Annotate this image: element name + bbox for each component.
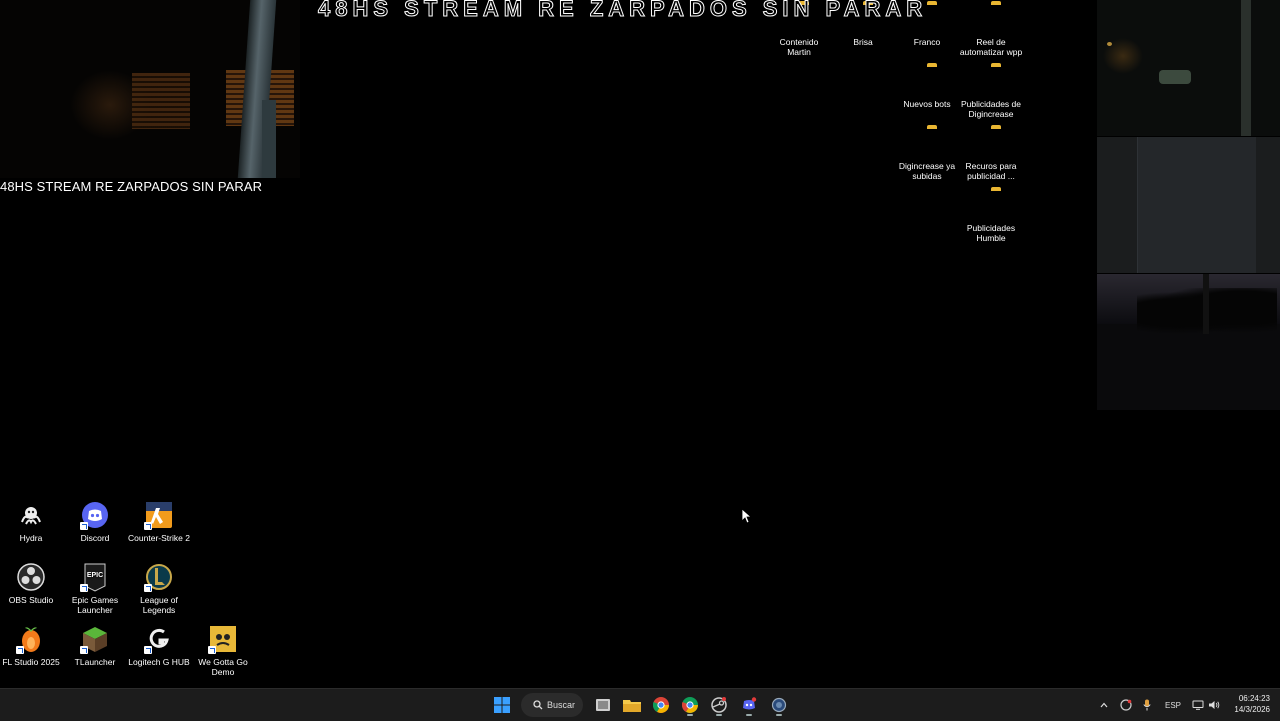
icon-label: FL Studio 2025 — [2, 657, 60, 667]
camera-feed-left — [0, 0, 300, 178]
discord-taskbar-button[interactable] — [737, 693, 761, 717]
icon-label: Brisa — [853, 37, 873, 47]
icon-label: Nuevos bots — [903, 99, 951, 109]
desktop-folder-publicidades-digincrease[interactable]: Publicidades de Digincrease — [959, 66, 1023, 119]
desktop-shortcut-counter-strike[interactable]: Counter-Strike 2 — [127, 500, 191, 543]
camera-pole — [262, 100, 276, 178]
app-icon — [771, 697, 787, 713]
volume-icon — [1209, 701, 1220, 709]
window-blind — [132, 73, 190, 129]
tray-overflow-button[interactable] — [1097, 689, 1111, 721]
windows-start-icon — [494, 697, 510, 713]
chrome-button[interactable] — [649, 693, 673, 717]
counter-strike-icon — [144, 500, 174, 530]
steam-icon — [711, 697, 727, 713]
desktop-shortcut-obs[interactable]: OBS Studio — [0, 562, 63, 605]
stream-marquee: 48HS STREAM RE ZARPADOS SIN PARAR — [317, 0, 928, 22]
logitech-icon — [144, 624, 174, 654]
icon-label: Discord — [80, 533, 110, 543]
icon-label: Publicidades Humble — [966, 223, 1016, 243]
tray-language-indicator[interactable]: ESP — [1162, 689, 1184, 721]
icon-label: TLauncher — [74, 657, 116, 667]
league-of-legends-icon — [144, 562, 174, 592]
epic-games-icon: EPIC — [80, 562, 110, 592]
steam-button[interactable] — [707, 693, 731, 717]
clock-date: 14/3/2026 — [1234, 705, 1270, 714]
desktop-shortcut-league-of-legends[interactable]: League of Legends — [127, 562, 191, 615]
clock-time: 06:24:23 — [1238, 694, 1270, 703]
icon-label: Logitech G HUB — [128, 657, 190, 667]
discord-icon — [743, 697, 757, 710]
network-icon — [1192, 700, 1204, 710]
tray-steam-button[interactable] — [1118, 689, 1134, 721]
icon-label: Hydra — [19, 533, 43, 543]
we-gotta-go-icon — [208, 624, 238, 654]
tlauncher-icon — [80, 624, 110, 654]
desktop-shortcut-we-gotta-go[interactable]: We Gotta Go Demo — [191, 624, 255, 677]
desktop-folder-recursos-publicidad[interactable]: Recuros para publicidad ... — [959, 128, 1023, 181]
icon-label: OBS Studio — [8, 595, 54, 605]
search-icon — [533, 700, 543, 710]
desktop-folder-reel-automatizar[interactable]: Reel de automatizar wpp — [959, 4, 1023, 57]
icon-label: Digincrease ya subidas — [898, 161, 956, 181]
fl-studio-icon — [16, 624, 46, 654]
icon-label: Epic Games Launcher — [71, 595, 119, 615]
chrome-profile-icon — [682, 697, 698, 713]
search-label: Buscar — [547, 700, 576, 710]
stream-caption: 48HS STREAM RE ZARPADOS SIN PARAR — [0, 179, 263, 194]
desktop-folder-publicidades-humble[interactable]: Publicidades Humble — [959, 190, 1023, 243]
icon-label: Reel de automatizar wpp — [959, 37, 1023, 57]
svg-text:EPIC: EPIC — [87, 572, 103, 579]
tray-network-button[interactable] — [1190, 689, 1206, 721]
chrome-profile-button[interactable] — [678, 693, 702, 717]
hydra-icon — [16, 500, 46, 530]
chevron-up-icon — [1100, 702, 1108, 708]
icon-label: Recuros para publicidad ... — [965, 161, 1017, 181]
tray-volume-button[interactable] — [1207, 689, 1221, 721]
desktop-shortcut-hydra[interactable]: Hydra — [0, 500, 63, 543]
desktop-shortcut-tlauncher[interactable]: TLauncher — [63, 624, 127, 667]
windows-start-button[interactable] — [490, 693, 514, 717]
desktop-shortcut-logitech-ghub[interactable]: Logitech G HUB — [127, 624, 191, 667]
desktop-folder-nuevos-bots[interactable]: Nuevos bots — [895, 66, 959, 109]
tray-clock[interactable]: 06:24:23 14/3/2026 — [1234, 693, 1270, 715]
camera-feed-right-1 — [1097, 0, 1280, 136]
task-view-icon — [596, 699, 610, 711]
file-explorer-button[interactable] — [620, 693, 644, 717]
task-view-button[interactable] — [591, 693, 615, 717]
icon-label: Counter-Strike 2 — [128, 533, 190, 543]
app-taskbar-button[interactable] — [767, 693, 791, 717]
icon-label: Publicidades de Digincrease — [960, 99, 1021, 119]
desktop-shortcut-epic-games[interactable]: EPIC Epic Games Launcher — [63, 562, 127, 615]
tray-microphone-button[interactable] — [1140, 689, 1154, 721]
icon-label: League of Legends — [140, 595, 178, 615]
file-explorer-icon — [623, 700, 641, 712]
taskbar-search-button[interactable]: Buscar — [521, 693, 583, 717]
desktop-shortcut-fl-studio[interactable]: FL Studio 2025 — [0, 624, 63, 667]
microphone-icon — [1143, 699, 1151, 711]
chrome-icon — [653, 697, 669, 713]
camera-feed-right-3 — [1097, 274, 1280, 410]
steam-tray-icon — [1120, 699, 1132, 711]
desktop-shortcut-discord[interactable]: Discord — [63, 500, 127, 543]
taskbar: Buscar ESP 06:24:23 14/3/2026 — [0, 688, 1280, 721]
icon-label: We Gotta Go Demo — [198, 657, 248, 677]
icon-label: Franco — [913, 37, 941, 47]
icon-label: Contenido Martin — [779, 37, 819, 57]
obs-icon — [16, 562, 46, 592]
discord-icon — [80, 500, 110, 530]
camera-feed-right-2 — [1097, 137, 1280, 273]
desktop-folder-digincrease-subidas[interactable]: Digincrease ya subidas — [895, 128, 959, 181]
